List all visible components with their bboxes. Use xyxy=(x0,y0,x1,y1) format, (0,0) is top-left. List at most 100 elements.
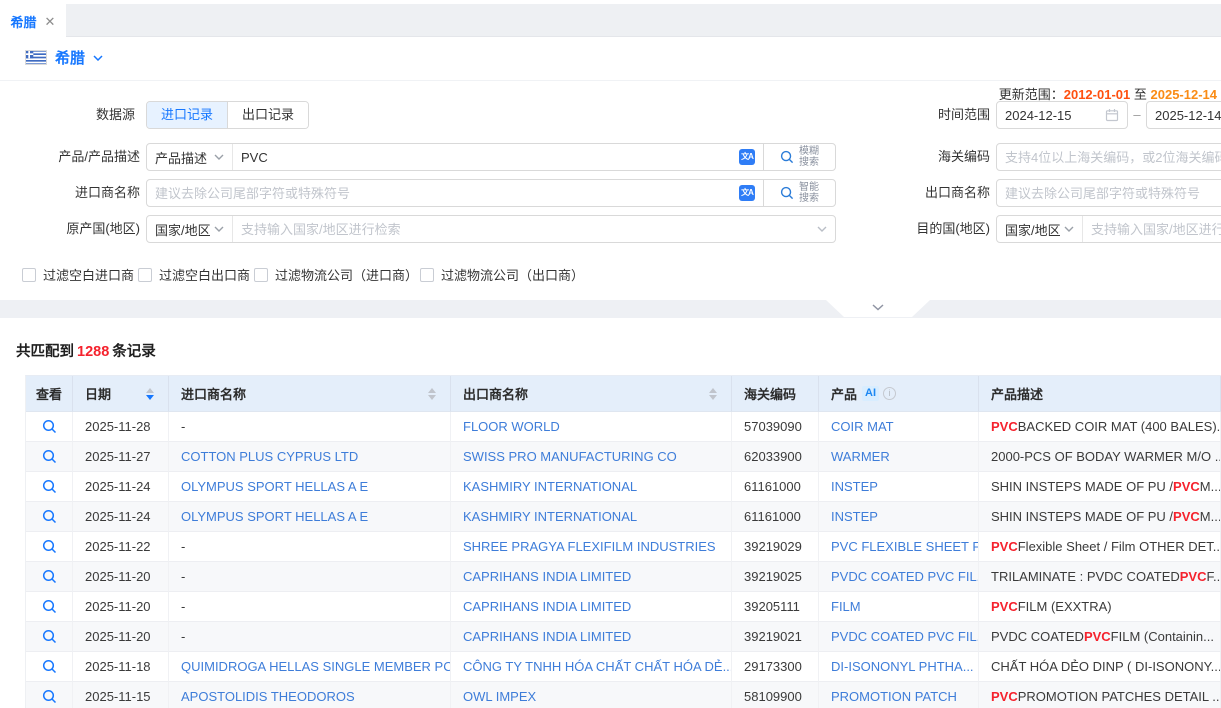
origin-country-select[interactable]: 国家/地区 xyxy=(147,216,233,242)
row-hs: 62033900 xyxy=(732,442,819,472)
magnifier-icon xyxy=(42,509,57,524)
magnifier-icon xyxy=(42,449,57,464)
destination-country-label: 目的国(地区) xyxy=(850,215,990,243)
panel-bottom-band xyxy=(0,300,1221,318)
row-product[interactable]: PROMOTION PATCH xyxy=(819,682,979,708)
importer-input[interactable] xyxy=(155,186,733,201)
row-hs: 61161000 xyxy=(732,502,819,532)
exporter-input[interactable] xyxy=(1005,186,1221,201)
import-records-button[interactable]: 进口记录 xyxy=(147,102,227,128)
info-icon[interactable]: i xyxy=(883,387,896,400)
row-exporter[interactable]: CAPRIHANS INDIA LIMITED xyxy=(451,592,732,622)
row-exporter[interactable]: SWISS PRO MANUFACTURING CO xyxy=(451,442,732,472)
view-record-button[interactable] xyxy=(26,412,73,442)
sort-icon[interactable] xyxy=(709,388,717,400)
update-range-end: 2025-12-14 xyxy=(1151,87,1218,102)
row-importer[interactable]: QUIMIDROGA HELLAS SINGLE MEMBER PC xyxy=(169,652,451,682)
row-product[interactable]: PVDC COATED PVC FIL... xyxy=(819,562,979,592)
row-hs: 61161000 xyxy=(732,472,819,502)
col-header-date[interactable]: 日期 xyxy=(73,376,169,412)
filter-logistics-exporter-checkbox[interactable]: 过滤物流公司（出口商） xyxy=(420,265,584,284)
magnifier-icon xyxy=(42,689,57,704)
col-header-exporter[interactable]: 出口商名称 xyxy=(451,376,732,412)
destination-country-input[interactable] xyxy=(1091,222,1221,237)
fuzzy-search-button[interactable]: 模糊搜索 xyxy=(763,144,835,170)
row-exporter[interactable]: KASHMIRY INTERNATIONAL xyxy=(451,502,732,532)
hs-code-field[interactable] xyxy=(996,143,1221,171)
view-record-button[interactable] xyxy=(26,472,73,502)
chevron-down-icon[interactable] xyxy=(817,226,827,232)
view-record-button[interactable] xyxy=(26,562,73,592)
row-product[interactable]: WARMER xyxy=(819,442,979,472)
row-exporter[interactable]: KASHMIRY INTERNATIONAL xyxy=(451,472,732,502)
date-end-field[interactable] xyxy=(1146,101,1221,129)
translate-icon[interactable]: 文A xyxy=(739,149,755,165)
row-exporter[interactable]: SHREE PRAGYA FLEXIFILM INDUSTRIES xyxy=(451,532,732,562)
row-importer[interactable]: OLYMPUS SPORT HELLAS A E xyxy=(169,502,451,532)
results-table: 查看 日期 进口商名称 出口商名称 海关编码 产品 AI i xyxy=(25,375,1221,708)
magnifier-icon xyxy=(42,599,57,614)
row-importer: - xyxy=(169,592,451,622)
row-importer[interactable]: APOSTOLIDIS THEODOROS xyxy=(169,682,451,708)
translate-icon[interactable]: 文A xyxy=(739,185,755,201)
table-row: 2025-11-27 COTTON PLUS CYPRUS LTD SWISS … xyxy=(26,442,1221,472)
exporter-field[interactable] xyxy=(996,179,1221,207)
date-end-input[interactable] xyxy=(1155,108,1221,123)
row-product[interactable]: FILM xyxy=(819,592,979,622)
view-record-button[interactable] xyxy=(26,502,73,532)
row-exporter[interactable]: OWL IMPEX xyxy=(451,682,732,708)
row-importer[interactable]: OLYMPUS SPORT HELLAS A E xyxy=(169,472,451,502)
filter-logistics-importer-checkbox[interactable]: 过滤物流公司（进口商） xyxy=(254,265,418,284)
country-header[interactable]: 希腊 xyxy=(25,47,103,68)
tab-title: 希腊 xyxy=(11,12,37,31)
row-product[interactable]: INSTEP xyxy=(819,502,979,532)
view-record-button[interactable] xyxy=(26,532,73,562)
view-record-button[interactable] xyxy=(26,652,73,682)
row-exporter[interactable]: CAPRIHANS INDIA LIMITED xyxy=(451,622,732,652)
row-exporter[interactable]: CÔNG TY TNHH HÓA CHẤT CHẤT HÓA DẺ... xyxy=(451,652,732,682)
row-hs: 39205111 xyxy=(732,592,819,622)
date-start-input[interactable] xyxy=(1005,108,1099,123)
destination-country-select[interactable]: 国家/地区 xyxy=(997,216,1083,242)
row-exporter[interactable]: CAPRIHANS INDIA LIMITED xyxy=(451,562,732,592)
col-header-hs-code: 海关编码 xyxy=(732,376,819,412)
hs-code-input[interactable] xyxy=(1005,150,1221,165)
view-record-button[interactable] xyxy=(26,622,73,652)
chevron-down-icon[interactable] xyxy=(93,55,103,61)
page-title: 希腊 xyxy=(55,47,85,68)
collapse-panel-button[interactable] xyxy=(826,300,930,317)
row-hs: 29173300 xyxy=(732,652,819,682)
row-desc: SHIN INSTEPS MADE OF PU / PVC M... xyxy=(979,502,1221,532)
row-desc: SHIN INSTEPS MADE OF PU / PVC M... xyxy=(979,472,1221,502)
row-product[interactable]: PVDC COATED PVC FIL... xyxy=(819,622,979,652)
origin-country-input[interactable] xyxy=(241,222,811,237)
row-product[interactable]: PVC FLEXIBLE SHEET F... xyxy=(819,532,979,562)
row-importer: - xyxy=(169,562,451,592)
filter-blank-importer-checkbox[interactable]: 过滤空白进口商 xyxy=(22,265,134,284)
sort-icon[interactable] xyxy=(428,388,436,400)
sort-icon[interactable] xyxy=(146,388,154,400)
data-source-label: 数据源 xyxy=(0,101,135,129)
row-exporter[interactable]: FLOOR WORLD xyxy=(451,412,732,442)
row-importer[interactable]: COTTON PLUS CYPRUS LTD xyxy=(169,442,451,472)
table-row: 2025-11-20 - CAPRIHANS INDIA LIMITED 392… xyxy=(26,562,1221,592)
filter-blank-exporter-checkbox[interactable]: 过滤空白出口商 xyxy=(138,265,250,284)
product-search-input[interactable] xyxy=(241,150,733,165)
close-icon[interactable]: ✕ xyxy=(45,15,56,28)
view-record-button[interactable] xyxy=(26,592,73,622)
product-type-select[interactable]: 产品描述 xyxy=(147,144,233,170)
row-product[interactable]: DI-ISONONYL PHTHA... xyxy=(819,652,979,682)
date-start-field[interactable] xyxy=(996,101,1128,129)
tab-greece[interactable]: 希腊 ✕ xyxy=(0,4,66,38)
row-product[interactable]: COIR MAT xyxy=(819,412,979,442)
smart-search-button[interactable]: 智能搜索 xyxy=(763,180,835,206)
row-importer: - xyxy=(169,532,451,562)
calendar-icon[interactable] xyxy=(1105,108,1119,122)
view-record-button[interactable] xyxy=(26,682,73,708)
table-body: 2025-11-28 - FLOOR WORLD 57039090 COIR M… xyxy=(26,412,1221,708)
view-record-button[interactable] xyxy=(26,442,73,472)
export-records-button[interactable]: 出口记录 xyxy=(227,102,308,128)
row-product[interactable]: INSTEP xyxy=(819,472,979,502)
row-desc: TRILAMINATE : PVDC COATED PVC F... xyxy=(979,562,1221,592)
col-header-importer[interactable]: 进口商名称 xyxy=(169,376,451,412)
